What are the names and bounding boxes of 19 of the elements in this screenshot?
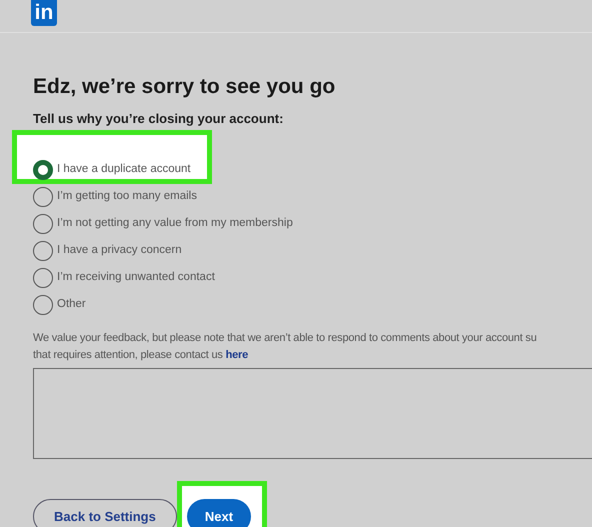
feedback-note: We value your feedback, but please note that we aren’t able to respond to comments about your account su that requires attention, please contact us here	[33, 331, 538, 363]
logo[interactable]: in	[31, 0, 57, 26]
radio-button[interactable]	[33, 240, 53, 260]
option-label: I have a privacy concern	[57, 242, 182, 258]
radio-button[interactable]	[33, 214, 53, 234]
radio-button[interactable]	[33, 268, 53, 288]
feedback-field[interactable]	[33, 368, 592, 459]
option-label: I have a duplicate account	[57, 162, 191, 177]
option-label: I’m getting too many emails	[57, 188, 197, 204]
option-label: Other	[57, 296, 86, 312]
next-button[interactable]: Next	[186, 499, 252, 527]
question-label: Tell us why you’re closing your account:	[33, 111, 284, 127]
option-label: I’m not getting any value from my membership	[57, 216, 293, 231]
option-label: I’m receiving unwanted contact	[57, 270, 215, 285]
contact-link[interactable]: here	[226, 349, 248, 361]
page-title: Edz, we’re sorry to see you go	[33, 75, 336, 99]
radio-button[interactable]	[33, 186, 53, 206]
radio-button[interactable]	[33, 294, 53, 314]
back-button[interactable]: Back to Settings	[33, 499, 177, 527]
